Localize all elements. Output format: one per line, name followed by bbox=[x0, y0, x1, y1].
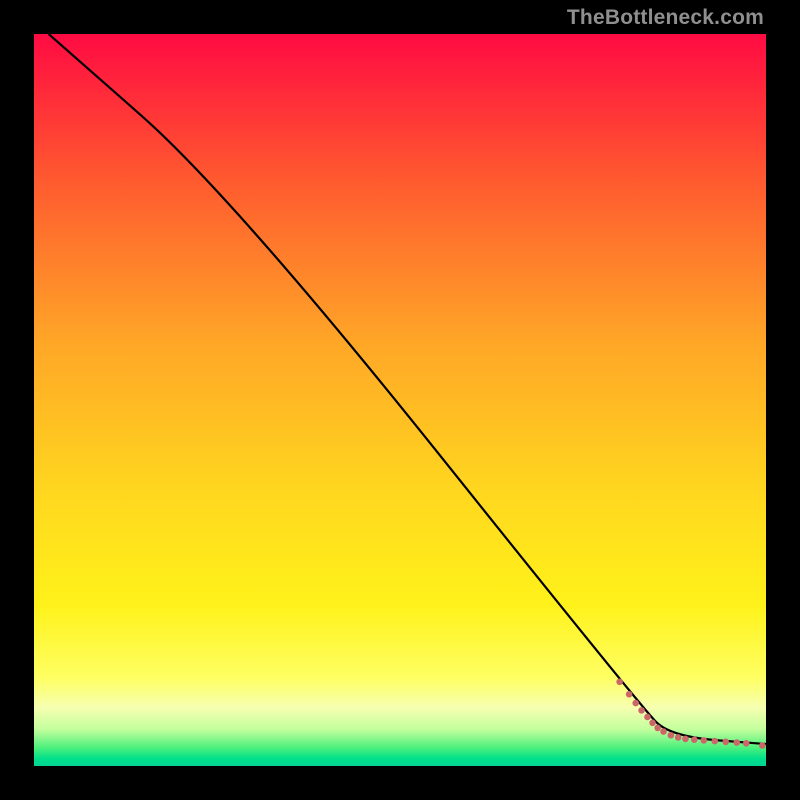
curve-line bbox=[49, 34, 766, 744]
data-dot bbox=[711, 738, 718, 745]
data-dot bbox=[632, 700, 639, 707]
data-dot bbox=[644, 714, 651, 721]
dots-group bbox=[616, 679, 765, 749]
chart-stage: TheBottleneck.com bbox=[0, 0, 800, 800]
chart-svg bbox=[34, 34, 766, 766]
data-dot bbox=[759, 742, 766, 749]
watermark-text: TheBottleneck.com bbox=[567, 6, 764, 30]
data-dot bbox=[626, 691, 633, 698]
data-dot bbox=[654, 725, 661, 732]
data-dot bbox=[700, 737, 707, 744]
data-dot bbox=[691, 736, 698, 743]
chart-plot-area bbox=[34, 34, 766, 766]
data-dot bbox=[675, 734, 682, 741]
data-dot bbox=[616, 679, 623, 686]
data-dot bbox=[660, 728, 667, 735]
data-dot bbox=[722, 739, 729, 746]
data-dot bbox=[649, 720, 656, 727]
data-dot bbox=[682, 736, 689, 743]
data-dot bbox=[743, 740, 750, 747]
data-dot bbox=[733, 739, 740, 746]
data-dot bbox=[638, 707, 645, 714]
data-dot bbox=[668, 732, 675, 739]
